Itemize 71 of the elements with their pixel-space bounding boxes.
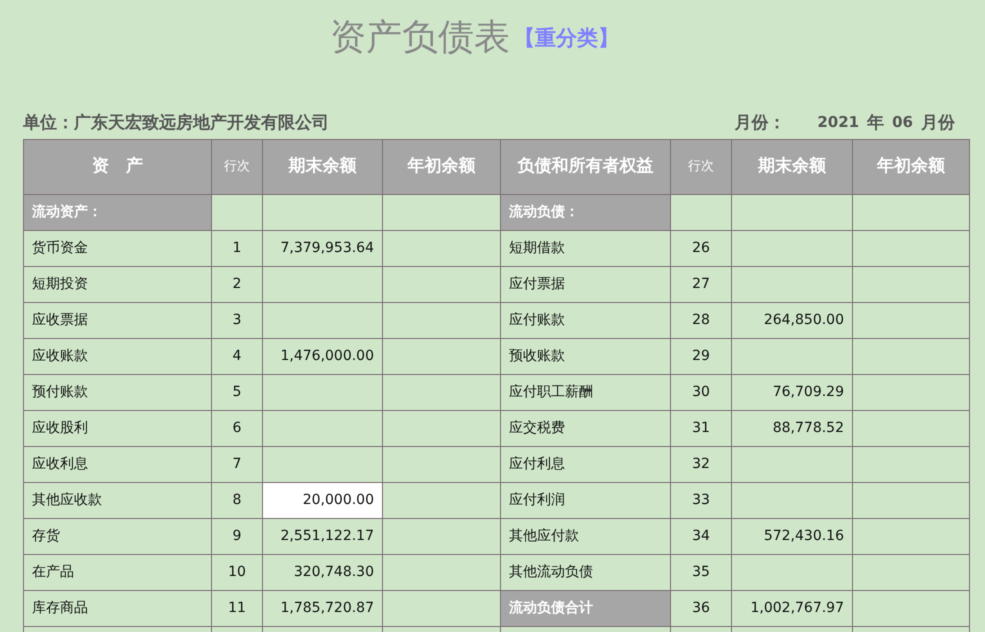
year-unit: 年 [867,112,884,134]
item-name-cell: 预付账款 [24,374,212,410]
line-number-cell: 30 [670,374,732,410]
item-name-cell: 应收股利 [24,410,212,446]
line-number-cell: 35 [670,554,732,590]
item-name-cell: 应收票据 [24,302,212,338]
item-name-cell: 库存商品 [24,590,212,626]
section-header-cell: 流动负债： [500,194,670,230]
column-header: 期末余额 [732,140,852,194]
item-name-cell: 预收账款 [500,338,670,374]
line-number-cell: 2 [212,266,262,302]
line-number-cell: 26 [670,230,732,266]
column-header: 资 产 [24,140,212,194]
item-name-cell: 应付账款 [500,302,670,338]
amount-cell: 1,476,000.00 [262,338,382,374]
line-number-cell: 9 [212,518,262,554]
item-name-cell: 存货 [24,518,212,554]
year-value: 2021 [817,112,860,134]
item-name-cell: 短期借款 [500,230,670,266]
line-number-cell: 5 [212,374,262,410]
item-name-cell: 应收利息 [24,446,212,482]
amount-cell: 320,748.30 [262,554,382,590]
amount-cell: 572,430.16 [732,518,852,554]
month-value: 06 [892,112,913,134]
item-name-cell: 应收账款 [24,338,212,374]
column-header: 年初余额 [382,140,500,194]
report-title: 资产负债表 [330,18,510,58]
item-name-cell: 短期投资 [24,266,212,302]
line-number-cell: 1 [212,230,262,266]
amount-cell: 1,002,767.97 [732,590,852,626]
line-number-cell: 7 [212,446,262,482]
line-number-cell: 3 [212,302,262,338]
amount-cell: 76,709.29 [732,374,852,410]
line-number-cell: 29 [670,338,732,374]
item-name-cell: 在产品 [24,554,212,590]
item-name-cell: 其他应付款 [500,518,670,554]
amount-cell: 264,850.00 [732,302,852,338]
item-name-cell: 其他应收款 [24,482,212,518]
line-number-cell: 36 [670,590,732,626]
amount-cell: 2,551,122.17 [262,518,382,554]
line-number-cell: 32 [670,446,732,482]
line-number-cell: 6 [212,410,262,446]
item-name-cell: 货币资金 [24,230,212,266]
line-number-cell: 27 [670,266,732,302]
column-header: 行次 [212,140,262,194]
column-header: 行次 [670,140,732,194]
line-number-cell: 31 [670,410,732,446]
item-name-cell: 应付职工薪酬 [500,374,670,410]
period-label: 月份： [734,112,786,134]
line-number-cell: 4 [212,338,262,374]
amount-cell: 1,785,720.87 [262,590,382,626]
line-number-cell: 10 [212,554,262,590]
report-subtitle: 【重分类】 [514,24,619,52]
column-header: 期末余额 [262,140,382,194]
line-number-cell: 34 [670,518,732,554]
line-number-cell: 11 [212,590,262,626]
item-name-cell: 应交税费 [500,410,670,446]
amount-cell: 7,379,953.64 [262,230,382,266]
item-name-cell: 应付票据 [500,266,670,302]
item-name-cell: 应付利息 [500,446,670,482]
month-unit: 月份 [921,112,955,134]
amount-cell[interactable]: 20,000.00 [262,482,382,518]
section-header-cell: 流动负债合计 [500,590,670,626]
column-header: 年初余额 [852,140,970,194]
company-label: 单位：广东天宏致远房地产开发有限公司 [23,112,329,134]
section-header-cell: 流动资产： [24,194,212,230]
item-name-cell: 应付利润 [500,482,670,518]
column-header: 负债和所有者权益 [500,140,670,194]
line-number-cell: 28 [670,302,732,338]
amount-cell: 88,778.52 [732,410,852,446]
line-number-cell: 33 [670,482,732,518]
